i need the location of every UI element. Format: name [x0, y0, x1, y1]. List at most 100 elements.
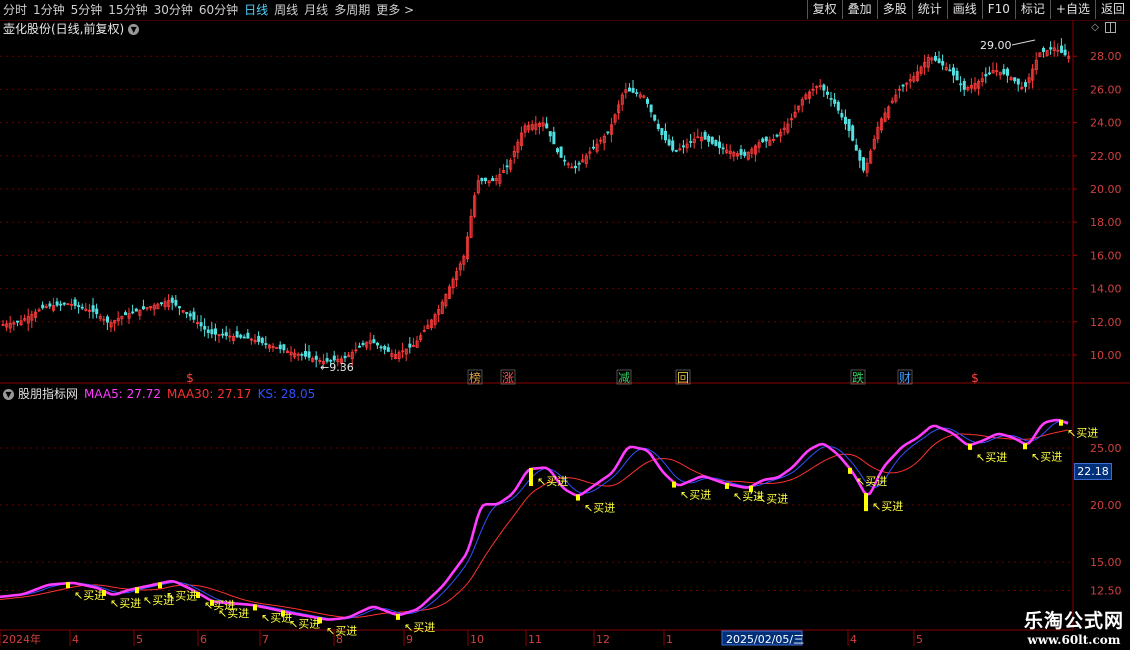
maa5-label: MAA5: 27.72: [84, 387, 161, 401]
candle-body: [491, 178, 495, 182]
buy-signal-label: ↖买进: [289, 617, 320, 630]
buy-signal-label: ↖买进: [110, 597, 141, 610]
buy-signal-bar: [848, 467, 852, 474]
candle-body: [505, 165, 509, 168]
candle-body: [257, 335, 261, 342]
candle-body: [714, 140, 718, 146]
buy-signal-bar: [102, 589, 106, 596]
candle-body: [282, 344, 286, 351]
price-tick-label: 18.00: [1090, 216, 1122, 229]
candle-body: [858, 150, 862, 161]
price-tick-label: 12.00: [1090, 316, 1122, 329]
buy-signal-bar: [864, 493, 868, 512]
x-axis-label: 2024年: [2, 632, 41, 646]
candle-body: [545, 123, 549, 129]
candle-body: [563, 159, 567, 162]
buy-signal-label: ↖买进: [166, 589, 197, 602]
buy-signal-label: ↖买进: [976, 451, 1007, 464]
price-tick-label: 26.00: [1090, 83, 1122, 96]
watermark-title: 乐淘公式网: [1023, 610, 1124, 632]
candle-body: [300, 353, 304, 356]
indicator-title-bar: ▼ 股朋指标网 MAA5: 27.72 MAA30: 27.17 KS: 28.…: [3, 386, 321, 402]
chevron-down-icon[interactable]: ▼: [3, 388, 14, 400]
event-marker: 减: [618, 371, 630, 385]
candle-body: [559, 146, 563, 158]
candle-body: [1013, 77, 1017, 82]
kline-chart[interactable]: 28.00 26.00 24.00 22.00 20.00 18.00 16.00 14.00…: [0, 0, 1130, 650]
candle-body: [548, 131, 552, 137]
candle-body: [671, 140, 675, 151]
candle-body: [483, 177, 487, 182]
low-price-label: ←9.36: [320, 361, 354, 374]
candle-body: [934, 55, 938, 61]
candle-body: [1002, 69, 1006, 75]
candle-body: [574, 165, 578, 169]
candle-body: [480, 178, 484, 182]
candle-body: [721, 147, 725, 150]
candle-body: [948, 69, 952, 72]
candle-body: [631, 87, 635, 93]
x-axis-label: 8: [336, 633, 343, 646]
candle-body: [1006, 68, 1010, 76]
candle-body: [836, 101, 840, 111]
candle-body: [235, 331, 239, 338]
indicator-tick-label: 20.00: [1090, 499, 1122, 512]
buy-signal-bar: [1059, 419, 1063, 426]
candle-body: [660, 128, 664, 136]
candle-body: [952, 67, 956, 76]
price-tick-label: 22.00: [1090, 150, 1122, 163]
candle-body: [840, 113, 844, 118]
candle-body: [743, 151, 747, 156]
buy-signal-label: ↖买进: [537, 475, 568, 488]
candle-body: [343, 355, 347, 359]
buy-signal-bar: [253, 604, 257, 611]
buy-signal-bar: [158, 582, 162, 589]
candle-body: [80, 306, 84, 309]
buy-signal-label: ↖买进: [261, 611, 292, 624]
price-tick-label: 24.00: [1090, 117, 1122, 130]
price-tick-label: 20.00: [1090, 183, 1122, 196]
candle-body: [674, 149, 678, 152]
candle-body: [224, 332, 228, 336]
candle-body: [955, 70, 959, 81]
price-tick-label: 14.00: [1090, 283, 1122, 296]
x-axis-label: 1: [666, 633, 673, 646]
indicator-tick-label: 15.00: [1090, 556, 1122, 569]
candle-body: [984, 74, 988, 77]
candle-body: [1024, 82, 1028, 87]
indicator-name[interactable]: 股朋指标网: [18, 386, 78, 402]
candle-body: [59, 303, 63, 306]
candle-body: [174, 299, 178, 306]
candle-body: [1016, 78, 1020, 85]
buy-signal-bar: [672, 481, 676, 488]
candle-body: [664, 130, 668, 141]
candle-body: [656, 123, 660, 129]
current-value-badge: 22.18: [1074, 463, 1112, 480]
event-marker: 回: [677, 371, 689, 385]
candle-body: [260, 337, 264, 344]
x-axis-label: 9: [406, 633, 413, 646]
candle-body: [185, 312, 189, 314]
buy-signal-bar: [725, 482, 729, 489]
candle-body: [718, 141, 722, 148]
candle-body: [696, 136, 700, 139]
buy-signal-label: ↖买进: [584, 502, 615, 515]
candle-body: [606, 131, 610, 134]
buy-signal-bar: [749, 485, 753, 492]
candle-body: [303, 351, 307, 357]
candle-body: [962, 80, 966, 90]
watermark-url: www.60lt.com: [1027, 633, 1121, 647]
candle-body: [221, 333, 225, 336]
candle-body: [124, 312, 128, 316]
candle-body: [761, 138, 765, 143]
x-axis-label: 5: [136, 633, 143, 646]
candle-body: [106, 316, 110, 323]
candle-body: [192, 311, 196, 320]
candle-body: [707, 136, 711, 142]
candle-body: [833, 99, 837, 104]
candle-body: [854, 144, 858, 151]
candle-body: [332, 355, 336, 361]
candle-body: [649, 104, 653, 113]
candle-body: [775, 134, 779, 137]
candle-body: [41, 304, 45, 309]
